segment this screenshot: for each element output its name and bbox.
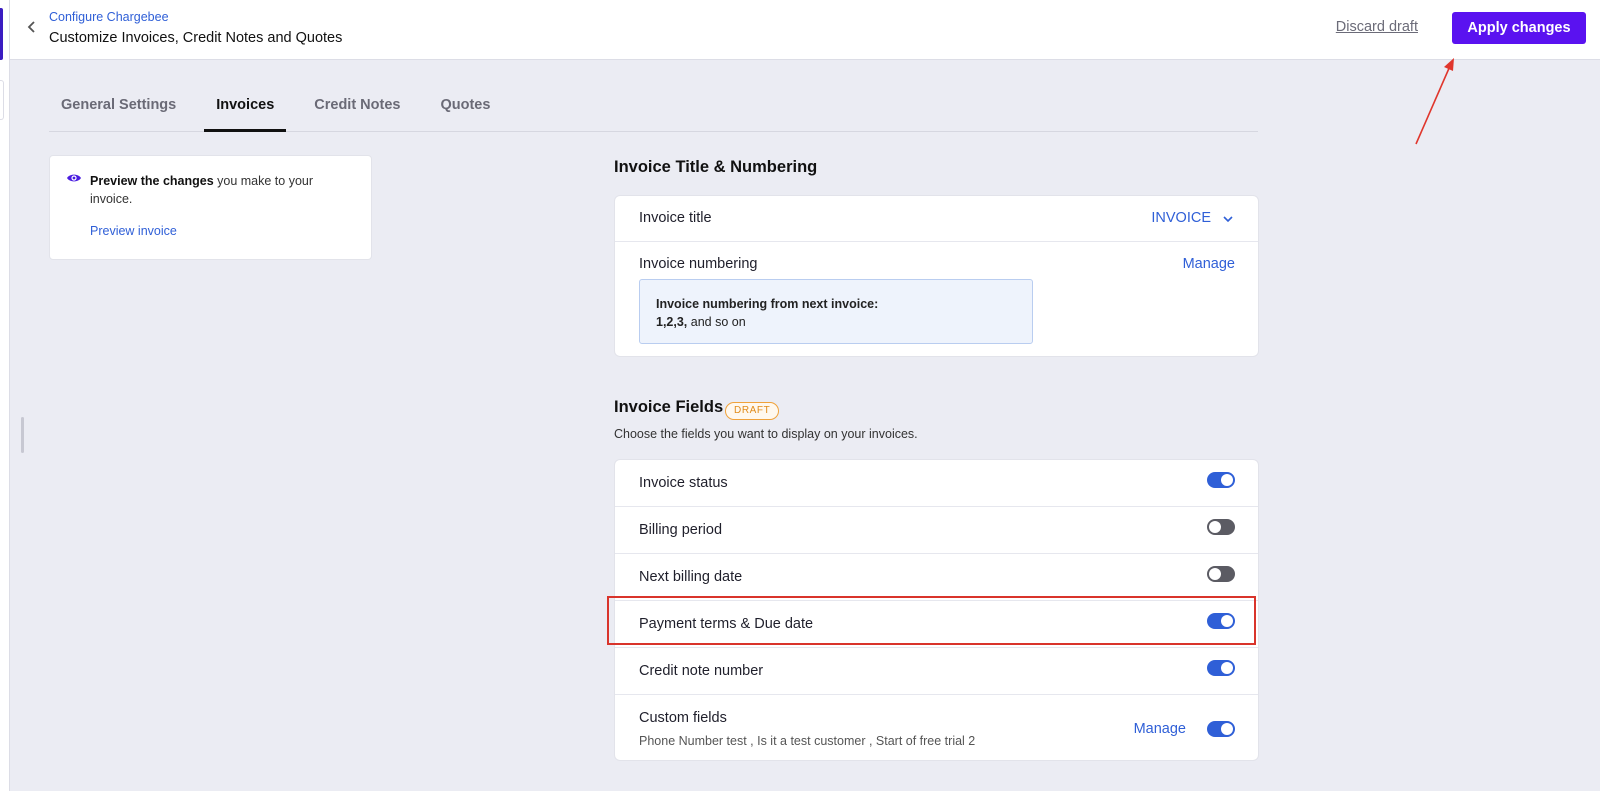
numbering-info-line: Invoice numbering from next invoice: — [656, 297, 879, 311]
tab-general-settings[interactable]: General Settings — [49, 82, 188, 131]
custom-fields-list: Phone Number test , Is it a test custome… — [639, 734, 976, 748]
invoice-fields-subtitle: Choose the fields you want to display on… — [614, 427, 918, 441]
field-row-next-billing-date: Next billing date — [615, 554, 1258, 601]
tab-invoices[interactable]: Invoices — [204, 82, 287, 132]
payment-terms-toggle[interactable] — [1207, 613, 1235, 629]
numbering-sequence-rest: and so on — [687, 315, 746, 329]
tab-quotes[interactable]: Quotes — [428, 82, 502, 131]
sidebar-resize-handle[interactable] — [21, 417, 24, 453]
invoice-title-row: Invoice title INVOICE — [615, 196, 1258, 242]
field-row-invoice-status: Invoice status — [615, 460, 1258, 507]
page-title: Customize Invoices, Credit Notes and Quo… — [49, 30, 343, 46]
field-label: Billing period — [639, 522, 723, 538]
invoice-fields-card: Invoice status Billing period Next billi… — [614, 459, 1259, 761]
chevron-left-icon — [27, 21, 35, 33]
invoice-fields-heading: Invoice Fields — [614, 398, 724, 416]
toggle-knob — [1209, 521, 1221, 533]
eye-icon — [67, 174, 81, 182]
toggle-knob — [1221, 662, 1233, 674]
breadcrumb[interactable]: Configure Chargebee — [49, 10, 169, 24]
preview-invoice-link[interactable]: Preview invoice — [90, 224, 177, 238]
chevron-down-icon[interactable] — [1223, 216, 1233, 223]
field-row-credit-note-number: Credit note number — [615, 648, 1258, 695]
title-numbering-card: Invoice title INVOICE Invoice numbering … — [614, 195, 1259, 357]
nav-item-stub[interactable] — [0, 80, 4, 120]
field-label: Custom fields — [639, 710, 727, 726]
field-row-custom-fields: Custom fields Phone Number test , Is it … — [615, 695, 1258, 760]
invoice-numbering-row: Invoice numbering Manage Invoice numberi… — [615, 242, 1258, 356]
credit-note-number-toggle[interactable] — [1207, 660, 1235, 676]
apply-changes-button[interactable]: Apply changes — [1452, 12, 1586, 44]
discard-draft-link[interactable]: Discard draft — [1336, 19, 1418, 35]
invoice-title-label: Invoice title — [639, 210, 712, 226]
app-sidebar-strip — [0, 0, 10, 791]
toggle-knob — [1221, 723, 1233, 735]
invoice-numbering-label: Invoice numbering — [639, 256, 758, 272]
page-header: Configure Chargebee Customize Invoices, … — [10, 0, 1600, 60]
toggle-knob — [1221, 474, 1233, 486]
invoice-title-dropdown[interactable]: INVOICE — [1151, 210, 1211, 226]
preview-bold-text: Preview the changes — [90, 174, 214, 188]
custom-fields-manage-link[interactable]: Manage — [1134, 721, 1186, 737]
draft-badge: DRAFT — [725, 402, 780, 420]
tab-credit-notes[interactable]: Credit Notes — [302, 82, 412, 131]
back-button[interactable] — [22, 17, 42, 37]
annotation-arrow-icon — [1415, 58, 1454, 145]
active-nav-indicator — [0, 8, 3, 60]
billing-period-toggle[interactable] — [1207, 519, 1235, 535]
tab-bar: General Settings Invoices Credit Notes Q… — [49, 82, 1258, 132]
field-row-billing-period: Billing period — [615, 507, 1258, 554]
numbering-sequence: 1,2,3, and so on — [656, 313, 1016, 331]
title-numbering-heading: Invoice Title & Numbering — [614, 158, 818, 176]
preview-card: Preview the changes you make to your inv… — [49, 155, 372, 260]
toggle-knob — [1221, 615, 1233, 627]
numbering-info-box: Invoice numbering from next invoice: 1,2… — [639, 279, 1033, 344]
custom-fields-toggle[interactable] — [1207, 721, 1235, 737]
field-row-payment-terms: Payment terms & Due date — [615, 601, 1258, 648]
field-label: Next billing date — [639, 569, 743, 585]
field-label: Credit note number — [639, 663, 764, 679]
toggle-knob — [1209, 568, 1221, 580]
field-label: Invoice status — [639, 475, 728, 491]
invoice-status-toggle[interactable] — [1207, 472, 1235, 488]
preview-description: Preview the changes you make to your inv… — [90, 172, 350, 208]
next-billing-date-toggle[interactable] — [1207, 566, 1235, 582]
field-label: Payment terms & Due date — [639, 616, 814, 632]
numbering-manage-link[interactable]: Manage — [1183, 256, 1235, 272]
numbering-sequence-values: 1,2,3, — [656, 315, 688, 329]
